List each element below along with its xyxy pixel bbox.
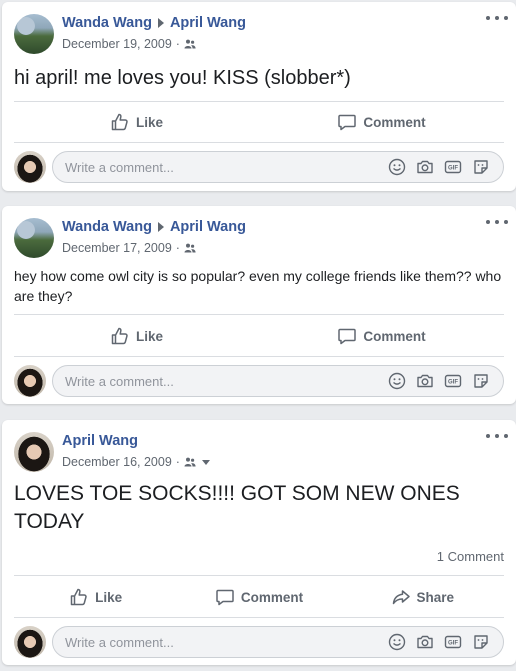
gif-icon[interactable]: GIF xyxy=(443,632,463,652)
recipient-name-link[interactable]: April Wang xyxy=(170,15,246,31)
comment-input-box[interactable]: GIF xyxy=(52,365,504,397)
author-avatar[interactable] xyxy=(14,432,54,472)
comment-input[interactable] xyxy=(65,152,365,182)
divider xyxy=(14,575,504,576)
comment-label: Comment xyxy=(363,328,426,344)
author-name-link[interactable]: Wanda Wang xyxy=(62,219,152,235)
author-avatar[interactable] xyxy=(14,218,54,258)
post-meta: December 16, 2009 · xyxy=(62,455,210,469)
author-name-link[interactable]: Wanda Wang xyxy=(62,15,152,31)
author-name-link[interactable]: April Wang xyxy=(62,433,138,449)
friends-icon[interactable] xyxy=(184,457,196,467)
gif-icon[interactable]: GIF xyxy=(443,371,463,391)
friends-icon[interactable] xyxy=(184,243,196,253)
post-date[interactable]: December 16, 2009 xyxy=(62,455,172,469)
speech-bubble-icon xyxy=(338,114,357,131)
more-options-icon[interactable] xyxy=(486,12,508,24)
camera-icon[interactable] xyxy=(415,157,435,177)
viewer-avatar[interactable] xyxy=(14,151,46,183)
audience-dropdown-icon[interactable] xyxy=(201,459,210,465)
thumbs-up-icon xyxy=(111,113,128,131)
post-author-line: Wanda Wang April Wang xyxy=(62,219,246,235)
speech-bubble-icon xyxy=(216,589,234,606)
post-actions: Like Comment xyxy=(14,318,504,354)
post-text: LOVES TOE SOCKS!!!! GOT SOM NEW ONES TOD… xyxy=(14,482,460,533)
comment-tools: GIF xyxy=(387,371,491,391)
friends-icon[interactable] xyxy=(184,39,196,49)
like-label: Like xyxy=(135,114,163,130)
camera-icon[interactable] xyxy=(415,371,435,391)
viewer-avatar[interactable] xyxy=(14,626,46,658)
comment-label: Comment xyxy=(363,114,426,130)
post-header: April Wang December 16, 2009 · xyxy=(2,420,516,480)
post-text: hi april! me loves you! KISS (slobber*) xyxy=(14,67,351,89)
post-actions: Like Comment xyxy=(14,104,504,140)
thumbs-up-icon xyxy=(111,327,128,345)
speech-bubble-icon xyxy=(338,328,357,345)
comment-button[interactable]: Comment xyxy=(177,579,340,615)
gif-icon[interactable]: GIF xyxy=(443,157,463,177)
share-arrow-icon xyxy=(392,590,410,605)
share-button[interactable]: Share xyxy=(341,579,504,615)
comment-label: Comment xyxy=(240,589,304,605)
meta-separator: · xyxy=(175,37,180,51)
svg-text:GIF: GIF xyxy=(448,166,458,172)
svg-text:GIF: GIF xyxy=(448,641,458,647)
recipient-name-link[interactable]: April Wang xyxy=(170,219,246,235)
sticker-icon[interactable] xyxy=(471,157,491,177)
post-header: Wanda Wang April Wang December 19, 2009 … xyxy=(2,2,516,62)
comment-input[interactable] xyxy=(65,627,365,657)
post-meta: December 19, 2009 · xyxy=(62,37,196,51)
like-label: Like xyxy=(135,328,163,344)
comment-input-box[interactable]: GIF xyxy=(52,626,504,658)
more-options-icon[interactable] xyxy=(486,430,508,442)
post-date[interactable]: December 19, 2009 xyxy=(62,37,172,51)
like-label: Like xyxy=(95,589,123,605)
post-meta: December 17, 2009 · xyxy=(62,241,196,255)
post-card: Wanda Wang April Wang December 17, 2009 … xyxy=(2,206,516,404)
divider xyxy=(14,314,504,315)
comment-input[interactable] xyxy=(65,366,365,396)
camera-icon[interactable] xyxy=(415,632,435,652)
svg-text:GIF: GIF xyxy=(448,380,458,386)
comment-button[interactable]: Comment xyxy=(259,318,504,354)
more-options-icon[interactable] xyxy=(486,216,508,228)
like-button[interactable]: Like xyxy=(14,579,177,615)
post-author-line: April Wang xyxy=(62,433,138,449)
post-card: April Wang December 16, 2009 · LOVES TOE… xyxy=(2,420,516,665)
comment-composer: GIF xyxy=(2,143,516,191)
news-feed: Wanda Wang April Wang December 19, 2009 … xyxy=(0,0,516,671)
meta-separator: · xyxy=(175,455,180,469)
viewer-avatar[interactable] xyxy=(14,365,46,397)
like-button[interactable]: Like xyxy=(14,104,259,140)
sticker-icon[interactable] xyxy=(471,632,491,652)
arrow-right-icon xyxy=(157,222,164,232)
comment-tools: GIF xyxy=(387,157,491,177)
comment-composer: GIF xyxy=(2,618,516,666)
comment-count-link[interactable]: 1 Comment xyxy=(437,549,504,564)
post-author-line: Wanda Wang April Wang xyxy=(62,15,246,31)
like-button[interactable]: Like xyxy=(14,318,259,354)
divider xyxy=(14,101,504,102)
smiley-icon[interactable] xyxy=(387,371,407,391)
thumbs-up-icon xyxy=(70,588,87,606)
meta-separator: · xyxy=(175,241,180,255)
comment-input-box[interactable]: GIF xyxy=(52,151,504,183)
author-avatar[interactable] xyxy=(14,14,54,54)
share-label: Share xyxy=(416,589,455,605)
post-card: Wanda Wang April Wang December 19, 2009 … xyxy=(2,2,516,191)
comment-composer: GIF xyxy=(2,357,516,405)
post-header: Wanda Wang April Wang December 17, 2009 … xyxy=(2,206,516,266)
sticker-icon[interactable] xyxy=(471,371,491,391)
post-actions: Like Comment Share xyxy=(14,579,504,615)
post-text: hey how come owl city is so popular? eve… xyxy=(14,268,502,304)
comment-tools: GIF xyxy=(387,632,491,652)
comment-button[interactable]: Comment xyxy=(259,104,504,140)
smiley-icon[interactable] xyxy=(387,157,407,177)
smiley-icon[interactable] xyxy=(387,632,407,652)
arrow-right-icon xyxy=(157,18,164,28)
post-date[interactable]: December 17, 2009 xyxy=(62,241,172,255)
